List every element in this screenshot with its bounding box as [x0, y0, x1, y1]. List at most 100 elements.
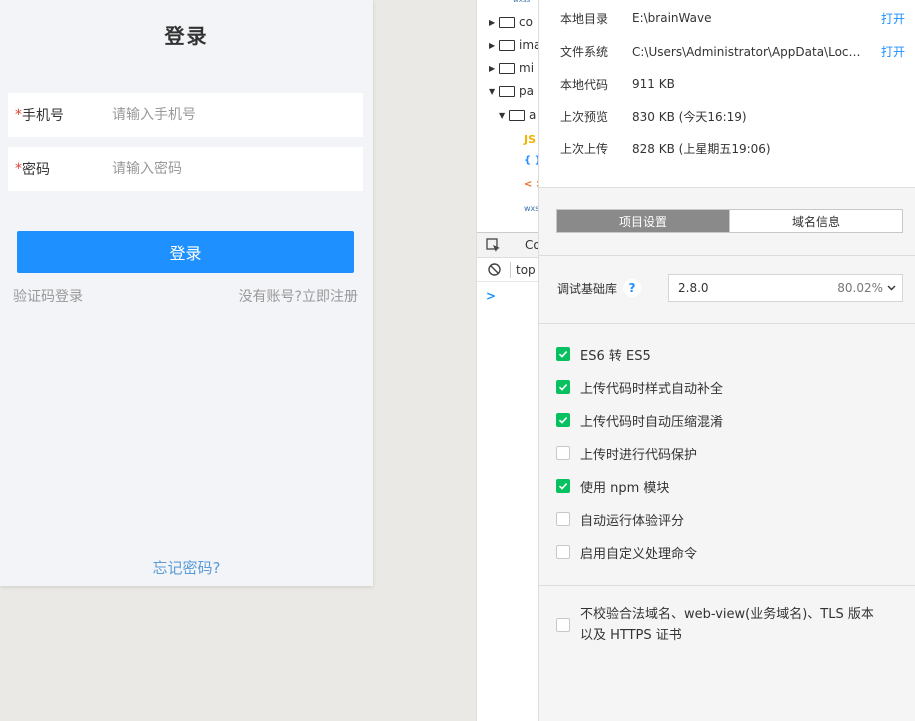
caret-down-icon: ▼	[489, 86, 496, 96]
info-value: E:\brainWave	[632, 11, 712, 25]
console-toolbar: Co	[477, 232, 538, 258]
tree-item-components[interactable]: ▶ co	[489, 11, 533, 33]
info-key: 本地代码	[560, 77, 609, 92]
tree-item-miniprogram[interactable]: ▶ mi	[489, 57, 534, 79]
tree-item-wxml-file[interactable]: < >	[524, 173, 538, 195]
base-library-select[interactable]: 2.8.0 80.02%	[668, 274, 903, 302]
section-divider	[539, 585, 915, 586]
tree-item-label: a	[529, 108, 537, 122]
checkbox-checked-icon[interactable]	[556, 479, 570, 493]
info-row-local-code: 本地代码 911 KB	[560, 74, 905, 94]
password-input[interactable]	[112, 161, 332, 177]
required-mark: *	[15, 107, 22, 123]
info-key: 本地目录	[560, 11, 609, 26]
settings-tabs: 项目设置 域名信息	[556, 209, 903, 233]
open-local-dir-link[interactable]: 打开	[881, 10, 905, 27]
checkbox-unchecked-icon[interactable]	[556, 446, 570, 460]
tree-item-images[interactable]: ▶ ima	[489, 34, 538, 56]
option-skip-domain-check[interactable]: 不校验合法域名、web-view(业务域名)、TLS 版本以及 HTTPS 证书	[556, 604, 886, 646]
checkbox-unchecked-icon[interactable]	[556, 618, 570, 632]
section-divider	[539, 255, 915, 256]
option-row[interactable]: 使用 npm 模块	[556, 476, 669, 496]
tab-console[interactable]: Co	[525, 238, 538, 252]
option-row[interactable]: 上传代码时自动压缩混淆	[556, 410, 723, 430]
option-row[interactable]: 自动运行体验评分	[556, 509, 684, 529]
info-value: C:\Users\Administrator\AppData\Local\微信开…	[632, 44, 864, 59]
register-link[interactable]: 没有账号?立即注册	[239, 286, 358, 306]
folder-open-icon	[499, 85, 515, 97]
project-details-panel: 本地目录 E:\brainWave 打开 文件系统 C:\Users\Admin…	[538, 0, 915, 721]
checkbox-checked-icon[interactable]	[556, 380, 570, 394]
login-button[interactable]: 登录	[17, 231, 354, 273]
section-divider	[539, 323, 915, 324]
wxss-file-icon: wxss	[524, 203, 538, 213]
option-label: 自动运行体验评分	[580, 513, 685, 529]
option-row[interactable]: 上传时进行代码保护	[556, 443, 697, 463]
info-row-file-system: 文件系统 C:\Users\Administrator\AppData\Loca…	[560, 41, 905, 61]
option-label: 不校验合法域名、web-view(业务域名)、TLS 版本以及 HTTPS 证书	[580, 607, 874, 643]
checkbox-unchecked-icon[interactable]	[556, 512, 570, 526]
option-row[interactable]: 上传代码时样式自动补全	[556, 377, 723, 397]
simulator-panel: 登录 * 手机号 * 密码 登录 验证码登录 没有账号?立即注册 忘记密码?	[0, 0, 373, 586]
inspect-element-icon[interactable]	[486, 237, 501, 253]
tab-project-settings[interactable]: 项目设置	[557, 210, 729, 232]
toolbar-divider	[510, 261, 511, 278]
option-label: 上传代码时自动压缩混淆	[580, 414, 724, 430]
tree-item-label: ima	[519, 38, 538, 52]
page-title: 登录	[164, 24, 209, 48]
caret-right-icon: ▶	[489, 40, 496, 50]
info-value: 828 KB (上星期五19:06)	[632, 141, 771, 156]
info-key: 文件系统	[560, 44, 609, 59]
wxss-file-icon: wxss	[513, 0, 531, 4]
tree-item-wxss-file[interactable]: wxss	[524, 197, 538, 219]
console-prompt[interactable]: >	[486, 289, 496, 303]
caret-down-icon: ▼	[499, 110, 506, 120]
forgot-password-link[interactable]: 忘记密码?	[0, 557, 373, 578]
wxml-file-icon: < >	[524, 178, 538, 190]
option-label: 启用自定义处理命令	[580, 546, 698, 562]
caret-right-icon: ▶	[489, 17, 496, 27]
open-file-system-link[interactable]: 打开	[881, 43, 905, 60]
required-mark: *	[15, 161, 22, 177]
tree-item-label: mi	[519, 61, 535, 75]
context-selector[interactable]: top	[516, 263, 536, 277]
sms-login-link[interactable]: 验证码登录	[13, 286, 83, 306]
option-label: ES6 转 ES5	[580, 348, 651, 364]
help-icon[interactable]: ?	[623, 279, 641, 297]
tree-item-json-file[interactable]: { }	[524, 149, 538, 171]
checkbox-checked-icon[interactable]	[556, 413, 570, 427]
clear-console-icon[interactable]	[487, 263, 501, 277]
project-info-section: 本地目录 E:\brainWave 打开 文件系统 C:\Users\Admin…	[539, 0, 915, 188]
checkbox-checked-icon[interactable]	[556, 347, 570, 361]
console-filter-bar: top	[477, 258, 538, 282]
option-label: 使用 npm 模块	[580, 480, 670, 496]
tree-item-js-file[interactable]: JS	[524, 128, 536, 150]
folder-open-icon	[509, 109, 525, 121]
folder-icon	[499, 16, 515, 28]
js-file-icon: JS	[524, 132, 537, 146]
tree-item-label: pa	[519, 84, 534, 98]
base-library-coverage: 80.02%	[837, 281, 883, 295]
password-label: 密码	[22, 162, 50, 178]
option-label: 上传代码时样式自动补全	[580, 381, 724, 397]
tree-item-label: co	[519, 15, 533, 29]
caret-right-icon: ▶	[489, 63, 496, 73]
tree-item-pages[interactable]: ▼ pa	[489, 80, 534, 102]
option-row[interactable]: ES6 转 ES5	[556, 344, 651, 364]
phone-field-row: * 手机号	[8, 93, 363, 137]
tab-domain-info[interactable]: 域名信息	[729, 210, 902, 232]
tree-item-subfolder[interactable]: ▼ a	[499, 104, 536, 126]
base-library-label: 调试基础库	[557, 282, 618, 296]
folder-icon	[499, 62, 515, 74]
checkbox-unchecked-icon[interactable]	[556, 545, 570, 559]
option-label: 上传时进行代码保护	[580, 447, 698, 463]
info-row-local-dir: 本地目录 E:\brainWave 打开	[560, 8, 905, 28]
password-field-row: * 密码	[8, 147, 363, 191]
phone-label: 手机号	[22, 108, 64, 124]
base-library-version: 2.8.0	[678, 281, 709, 295]
info-row-last-upload: 上次上传 828 KB (上星期五19:06)	[560, 138, 905, 158]
folder-icon	[499, 39, 515, 51]
phone-input[interactable]	[112, 107, 332, 123]
devtools-panel: wxss ▶ co ▶ ima ▶ mi ▼ pa ▼ a JS { } < >…	[476, 0, 538, 721]
option-row[interactable]: 启用自定义处理命令	[556, 542, 697, 562]
